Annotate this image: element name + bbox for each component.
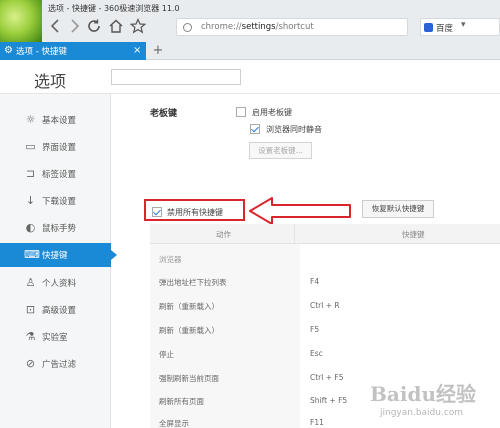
sidebar-item-profile[interactable]: ♙ 个人资料 — [0, 271, 111, 295]
tab-strip: ⚙ 选项 - 快捷键 × + — [0, 42, 500, 60]
disable-all-shortcuts-label[interactable]: 禁用所有快捷键 — [167, 207, 223, 218]
disable-all-shortcuts-row[interactable]: 禁用所有快捷键 — [150, 204, 245, 220]
search-engine-box[interactable]: 百度 ▾ — [420, 18, 500, 36]
shortcut-cell[interactable]: Ctrl + R — [310, 301, 340, 310]
block-icon: ⊘ — [25, 357, 36, 370]
browser-logo — [0, 0, 42, 42]
table-header: 动作 快捷键 — [150, 224, 500, 244]
column-divider — [294, 224, 295, 244]
action-cell: 刷新（重新载入） — [159, 302, 219, 311]
chevron-down-icon[interactable]: ▾ — [461, 20, 466, 30]
table-row[interactable]: 刷新（重新载入） F5 — [150, 317, 500, 340]
sidebar-item-label: 广告过滤 — [42, 360, 77, 370]
mute-browser-label[interactable]: 浏览器同时静音 — [266, 124, 322, 135]
restore-default-shortcuts-button[interactable]: 恢复默认快捷键 — [362, 200, 434, 218]
advanced-icon: ⊡ — [25, 303, 36, 316]
back-button[interactable] — [48, 18, 64, 34]
page-title: 选项 — [34, 72, 67, 91]
sidebar-item-label: 高级设置 — [42, 306, 77, 316]
gear-icon: ☼ — [25, 113, 36, 126]
gear-icon: ⚙ — [4, 45, 13, 56]
arrow-right-icon — [71, 19, 80, 33]
sidebar-item-shortcut[interactable]: ⌨ 快捷键 — [0, 243, 117, 267]
watermark-sub: jingyan.baidu.com — [380, 408, 464, 418]
page-header: 选项 — [0, 60, 500, 94]
sidebar-item-basic[interactable]: ☼ 基本设置 — [0, 108, 111, 132]
close-icon[interactable]: × — [133, 44, 141, 58]
section-label: 浏览器 — [159, 255, 182, 264]
shortcut-cell[interactable]: F4 — [310, 277, 319, 286]
bookmark-button[interactable] — [130, 18, 146, 34]
arrow-left-icon — [50, 19, 59, 33]
column-header-action: 动作 — [216, 230, 231, 239]
title-bar: 选项 - 快捷键 - 360极速浏览器 11.0 chrome://settin… — [0, 0, 500, 42]
mute-browser-checkbox[interactable] — [250, 124, 260, 134]
action-cell: 刷新所有页面 — [159, 397, 204, 406]
table-row[interactable]: 弹出地址栏下拉列表 F4 — [150, 269, 500, 292]
forward-button[interactable] — [66, 18, 82, 34]
keyboard-icon: ⌨ — [24, 248, 40, 261]
sidebar-item-download[interactable]: ↓ 下载设置 — [0, 189, 111, 213]
enable-boss-key-checkbox[interactable] — [236, 107, 246, 117]
sidebar-item-interface[interactable]: ▭ 界面设置 — [0, 135, 111, 159]
page-info-icon[interactable] — [183, 23, 192, 32]
address-text[interactable]: chrome://settings/shortcut — [201, 22, 314, 32]
sidebar-item-label: 实验室 — [42, 333, 68, 343]
sidebar-item-label: 基本设置 — [42, 116, 77, 126]
baidu-icon — [424, 23, 433, 32]
watermark: Baidu经验 jingyan.baidu.com — [360, 376, 500, 428]
action-cell: 刷新（重新载入） — [159, 326, 219, 335]
action-cell: 停止 — [159, 350, 174, 359]
sidebar-item-lab[interactable]: ⚗ 实验室 — [0, 325, 111, 349]
sidebar-item-adblock[interactable]: ⊘ 广告过滤 — [0, 352, 111, 376]
sidebar-item-label: 个人资料 — [42, 279, 77, 289]
sidebar-item-advanced[interactable]: ⊡ 高级设置 — [0, 298, 111, 322]
sidebar-item-tabs[interactable]: ⊐ 标签设置 — [0, 162, 111, 186]
shortcut-cell[interactable]: F5 — [310, 325, 319, 334]
table-row[interactable]: 刷新（重新载入） Ctrl + R — [150, 293, 500, 316]
home-button[interactable] — [108, 18, 124, 34]
shortcut-cell[interactable]: Esc — [310, 349, 323, 358]
shortcut-cell[interactable]: Ctrl + F5 — [310, 373, 343, 382]
sidebar-item-label: 界面设置 — [42, 143, 77, 153]
annotation-arrow — [249, 197, 351, 225]
new-tab-button[interactable]: + — [151, 42, 165, 60]
window-icon: ▭ — [25, 140, 36, 153]
window-title: 选项 - 快捷键 - 360极速浏览器 11.0 — [48, 4, 180, 13]
action-cell: 弹出地址栏下拉列表 — [159, 278, 227, 287]
tab-label: 选项 - 快捷键 — [16, 47, 67, 57]
mouse-icon: ◐ — [25, 221, 36, 234]
download-icon: ↓ — [25, 194, 36, 207]
reload-icon — [88, 19, 100, 32]
boss-key-title: 老板键 — [150, 109, 178, 119]
active-pointer — [111, 250, 117, 260]
tab-icon: ⊐ — [25, 167, 36, 180]
star-icon — [130, 18, 146, 34]
search-engine-label: 百度 — [436, 24, 454, 34]
sidebar-item-label: 鼠标手势 — [42, 224, 77, 234]
settings-search-input[interactable] — [111, 69, 241, 85]
shortcut-cell[interactable]: F11 — [310, 418, 324, 427]
watermark-main: Baidu经验 — [370, 382, 476, 406]
action-cell: 强制刷新当前页面 — [159, 374, 219, 383]
sidebar-item-label: 标签设置 — [42, 170, 77, 180]
enable-boss-key-label[interactable]: 启用老板键 — [252, 107, 292, 118]
action-cell: 全屏显示 — [159, 419, 189, 428]
sidebar-item-label: 下载设置 — [42, 197, 77, 207]
shortcut-cell[interactable]: Shift + F5 — [310, 396, 347, 405]
lab-icon: ⚗ — [25, 330, 36, 343]
user-icon: ♙ — [25, 276, 36, 289]
table-section-row: 浏览器 — [150, 246, 500, 269]
disable-all-shortcuts-checkbox[interactable] — [152, 207, 162, 217]
tab-options-shortcut[interactable]: ⚙ 选项 - 快捷键 × — [0, 42, 146, 60]
table-row[interactable]: 停止 Esc — [150, 341, 500, 364]
set-boss-key-button[interactable]: 设置老板键... — [249, 142, 312, 159]
column-header-shortcut: 快捷键 — [402, 230, 425, 239]
address-bar[interactable]: chrome://settings/shortcut — [176, 18, 408, 36]
sidebar-item-label: 快捷键 — [42, 251, 68, 261]
home-icon — [109, 19, 123, 33]
sidebar: ☼ 基本设置 ▭ 界面设置 ⊐ 标签设置 ↓ 下载设置 ◐ 鼠标手势 ⌨ 快捷键… — [0, 94, 117, 428]
sidebar-item-mouse-gesture[interactable]: ◐ 鼠标手势 — [0, 216, 111, 240]
reload-button[interactable] — [86, 18, 102, 34]
